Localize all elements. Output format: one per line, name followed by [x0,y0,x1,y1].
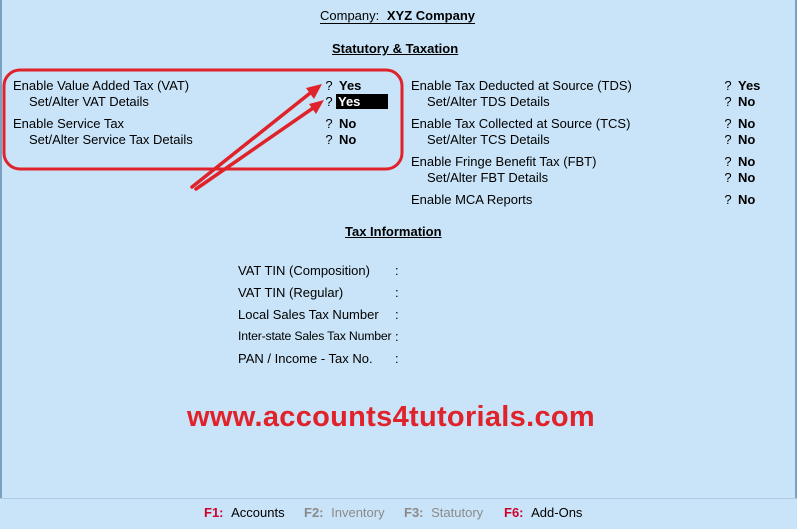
footer-label: Statutory [431,505,484,520]
footer-label: Accounts [231,505,285,520]
annotation-overlay [2,68,404,191]
annotation-arrow-upper [190,88,316,189]
footer-item-inventory[interactable]: F2: Inventory [304,505,385,520]
footer-label: Inventory [331,505,385,520]
footer-item-accounts[interactable]: F1: Accounts [204,505,285,520]
footer-label: Add-Ons [531,505,583,520]
footer-key: F2: [304,505,324,520]
annotation-arrow-lower [194,104,318,191]
annotation-arrowhead-lower [309,100,324,114]
annotation-arrowhead-upper [306,84,322,99]
footer-item-statutory[interactable]: F3: Statutory [404,505,483,520]
footer-key: F1: [204,505,224,520]
footer-key: F6: [504,505,524,520]
footer-key: F3: [404,505,424,520]
annotation-highlight-box [2,68,404,171]
footer-item-addons[interactable]: F6: Add-Ons [504,505,582,520]
function-key-bar: F1: Accounts F2: Inventory F3: Statutory… [0,498,797,529]
